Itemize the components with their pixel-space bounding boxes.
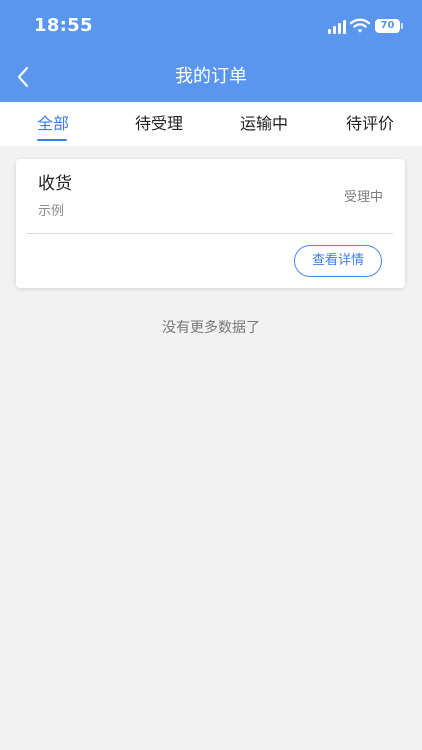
page-title: 我的订单 <box>175 66 247 87</box>
tab-in-transit[interactable]: 运输中 <box>240 114 288 134</box>
card-divider <box>27 233 393 234</box>
tab-all[interactable]: 全部 <box>37 114 69 134</box>
order-title: 收货 <box>38 174 72 194</box>
order-subtitle: 示例 <box>38 204 65 219</box>
battery-tip <box>401 23 403 29</box>
no-more-data-message: 没有更多数据了 <box>162 320 260 336</box>
status-time: 18:55 <box>34 15 93 36</box>
app-header: 18:55 70 我的订单 <box>0 0 422 102</box>
order-card[interactable]: 收货 示例 受理中 查看详情 <box>16 159 405 288</box>
order-status: 受理中 <box>343 190 383 205</box>
view-details-button[interactable]: 查看详情 <box>294 245 382 277</box>
cellular-signal-icon <box>328 20 346 34</box>
tab-pending-review[interactable]: 待评价 <box>346 114 394 134</box>
navigation-bar: 我的订单 <box>0 52 422 102</box>
active-tab-indicator <box>37 139 67 141</box>
status-bar: 18:55 70 <box>0 0 422 52</box>
wifi-icon <box>350 18 370 33</box>
battery-indicator: 70 <box>375 19 400 33</box>
tab-pending-acceptance[interactable]: 待受理 <box>135 114 183 134</box>
